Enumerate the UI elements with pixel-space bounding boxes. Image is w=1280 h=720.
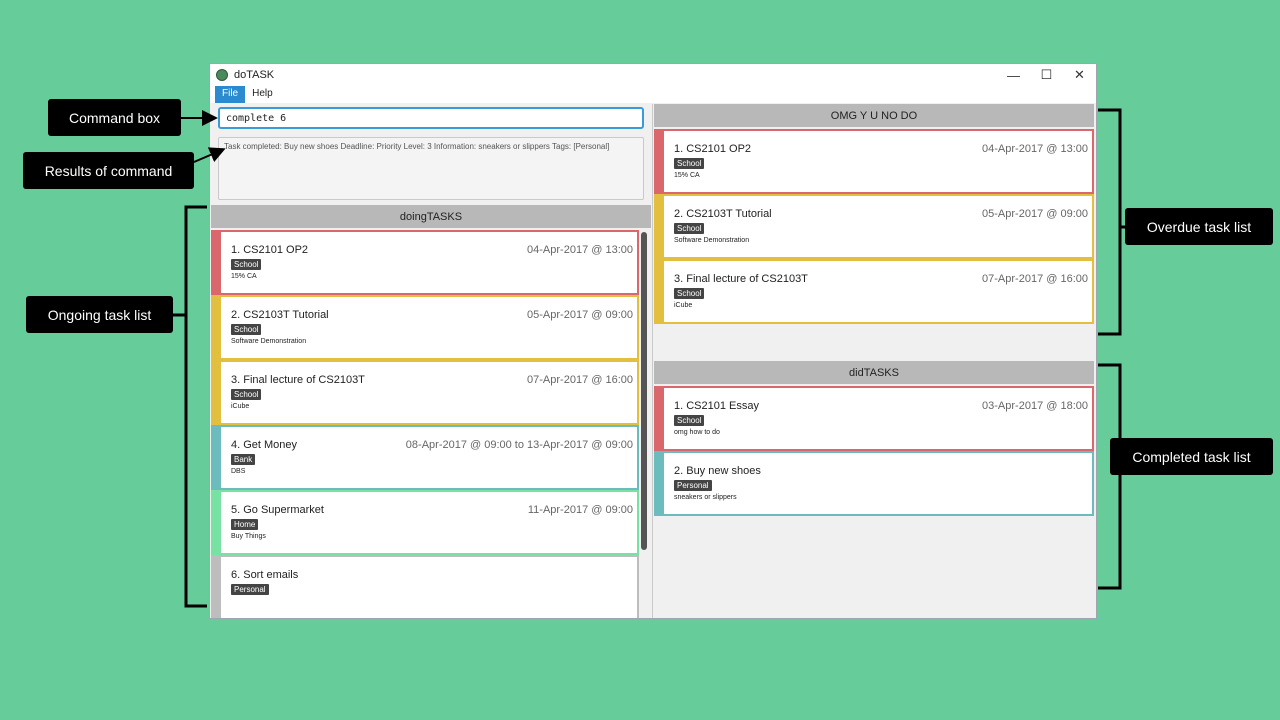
maximize-button[interactable]: ☐	[1030, 64, 1063, 86]
task-title: 6. Sort emails	[231, 569, 299, 581]
task-info: Buy Things	[231, 533, 266, 540]
annotation-results: Results of command	[23, 152, 194, 189]
overdue-bracket	[1098, 108, 1122, 336]
title-bar: doTASK — ☐ ✕	[210, 64, 1096, 86]
task-tag: Personal	[231, 584, 269, 595]
task-card[interactable]: 6. Sort emails Personal	[211, 555, 639, 618]
task-title: 3. Final lecture of CS2103T	[231, 374, 365, 386]
task-card[interactable]: 3. Final lecture of CS2103T 07-Apr-2017 …	[654, 259, 1094, 324]
task-card[interactable]: 3. Final lecture of CS2103T 07-Apr-2017 …	[211, 360, 639, 425]
task-tag: Home	[231, 519, 259, 530]
task-card[interactable]: 1. CS2101 Essay 03-Apr-2017 @ 18:00 Scho…	[654, 386, 1094, 451]
task-card[interactable]: 2. CS2103T Tutorial 05-Apr-2017 @ 09:00 …	[654, 194, 1094, 259]
task-info: Software Demonstration	[231, 338, 307, 345]
task-title: 2. CS2103T Tutorial	[674, 208, 772, 220]
app-logo-icon	[216, 69, 228, 81]
task-date: 05-Apr-2017 @ 09:00	[982, 208, 1088, 220]
task-info: 15% CA	[231, 273, 257, 280]
task-title: 2. Buy new shoes	[674, 465, 761, 477]
completed-task-list[interactable]: 1. CS2101 Essay 03-Apr-2017 @ 18:00 Scho…	[654, 386, 1094, 516]
ongoing-task-list[interactable]: 1. CS2101 OP2 04-Apr-2017 @ 13:00 School…	[211, 230, 639, 618]
window-title: doTASK	[234, 69, 275, 81]
ongoing-bracket	[184, 205, 207, 608]
completed-header: didTASKS	[654, 361, 1094, 384]
task-info: iCube	[674, 302, 693, 309]
task-date: 08-Apr-2017 @ 09:00 to 13-Apr-2017 @ 09:…	[405, 439, 633, 451]
task-tag: School	[674, 288, 705, 299]
task-title: 5. Go Supermarket	[231, 504, 324, 516]
task-card[interactable]: 2. CS2103T Tutorial 05-Apr-2017 @ 09:00 …	[211, 295, 639, 360]
close-button[interactable]: ✕	[1063, 64, 1096, 86]
result-display: Task completed: Buy new shoes Deadline: …	[218, 137, 644, 200]
ongoing-scrollbar[interactable]	[640, 230, 649, 618]
task-title: 3. Final lecture of CS2103T	[674, 273, 808, 285]
task-title: 4. Get Money	[231, 439, 298, 451]
task-date: 05-Apr-2017 @ 09:00	[527, 309, 633, 321]
app-window: doTASK — ☐ ✕ File Help complete 6 Task c…	[209, 63, 1097, 619]
annotation-ongoing: Ongoing task list	[26, 296, 173, 333]
menu-bar: File Help	[210, 86, 1096, 103]
task-info: iCube	[231, 403, 250, 410]
task-date: 03-Apr-2017 @ 18:00	[982, 400, 1088, 412]
task-date: 04-Apr-2017 @ 13:00	[527, 244, 633, 256]
task-info: omg how to do	[674, 429, 720, 436]
task-tag: Personal	[674, 480, 712, 491]
annotation-completed: Completed task list	[1110, 438, 1273, 475]
right-pane: OMG Y U NO DO 1. CS2101 OP2 04-Apr-2017 …	[653, 104, 1096, 618]
task-tag: School	[674, 415, 705, 426]
task-card[interactable]: 4. Get Money 08-Apr-2017 @ 09:00 to 13-A…	[211, 425, 639, 490]
task-tag: School	[231, 324, 262, 335]
task-tag: School	[674, 158, 705, 169]
task-info: Software Demonstration	[674, 237, 750, 244]
annotation-overdue: Overdue task list	[1125, 208, 1273, 245]
completed-bracket	[1098, 363, 1122, 590]
ongoing-header: doingTASKS	[211, 205, 651, 228]
task-info: 15% CA	[674, 172, 700, 179]
task-title: 2. CS2103T Tutorial	[231, 309, 329, 321]
scrollbar-thumb[interactable]	[641, 232, 647, 550]
menu-file[interactable]: File	[215, 86, 246, 103]
task-card[interactable]: 2. Buy new shoes Personal sneakers or sl…	[654, 451, 1094, 516]
task-date: 07-Apr-2017 @ 16:00	[982, 273, 1088, 285]
task-title: 1. CS2101 OP2	[674, 143, 752, 155]
minimize-button[interactable]: —	[997, 64, 1030, 86]
task-title: 1. CS2101 Essay	[674, 400, 759, 412]
menu-help[interactable]: Help	[245, 86, 280, 103]
task-card[interactable]: 5. Go Supermarket 11-Apr-2017 @ 09:00 Ho…	[211, 490, 639, 555]
task-info: DBS	[231, 468, 246, 475]
annotation-command-box: Command box	[48, 99, 181, 136]
task-tag: School	[674, 223, 705, 234]
overdue-task-list[interactable]: 1. CS2101 OP2 04-Apr-2017 @ 13:00 School…	[654, 129, 1094, 324]
task-tag: School	[231, 259, 262, 270]
task-date: 11-Apr-2017 @ 09:00	[527, 504, 633, 516]
left-pane: complete 6 Task completed: Buy new shoes…	[210, 104, 653, 618]
task-tag: School	[231, 389, 262, 400]
task-date: 04-Apr-2017 @ 13:00	[982, 143, 1088, 155]
task-info: sneakers or slippers	[674, 494, 737, 501]
overdue-header: OMG Y U NO DO	[654, 104, 1094, 127]
task-date: 07-Apr-2017 @ 16:00	[527, 374, 633, 386]
task-tag: Bank	[231, 454, 256, 465]
main-panes: complete 6 Task completed: Buy new shoes…	[210, 104, 1096, 618]
task-card[interactable]: 1. CS2101 OP2 04-Apr-2017 @ 13:00 School…	[211, 230, 639, 295]
task-title: 1. CS2101 OP2	[231, 244, 309, 256]
task-card[interactable]: 1. CS2101 OP2 04-Apr-2017 @ 13:00 School…	[654, 129, 1094, 194]
command-input[interactable]: complete 6	[218, 107, 644, 129]
